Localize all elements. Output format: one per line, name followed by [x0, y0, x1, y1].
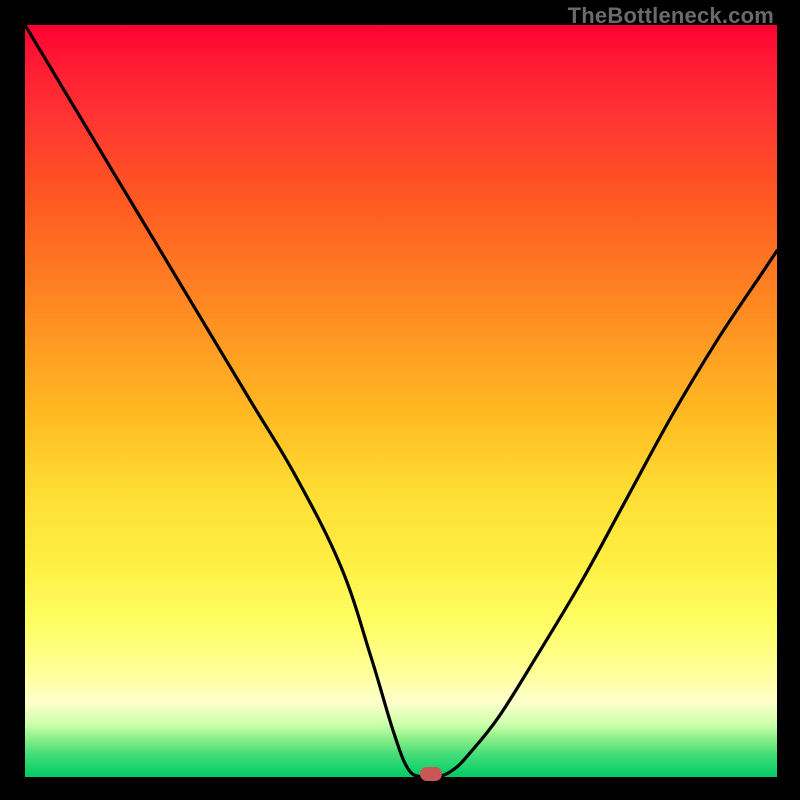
- optimal-marker: [420, 767, 442, 781]
- chart-plot-area: [25, 25, 777, 777]
- watermark-text: TheBottleneck.com: [568, 3, 774, 29]
